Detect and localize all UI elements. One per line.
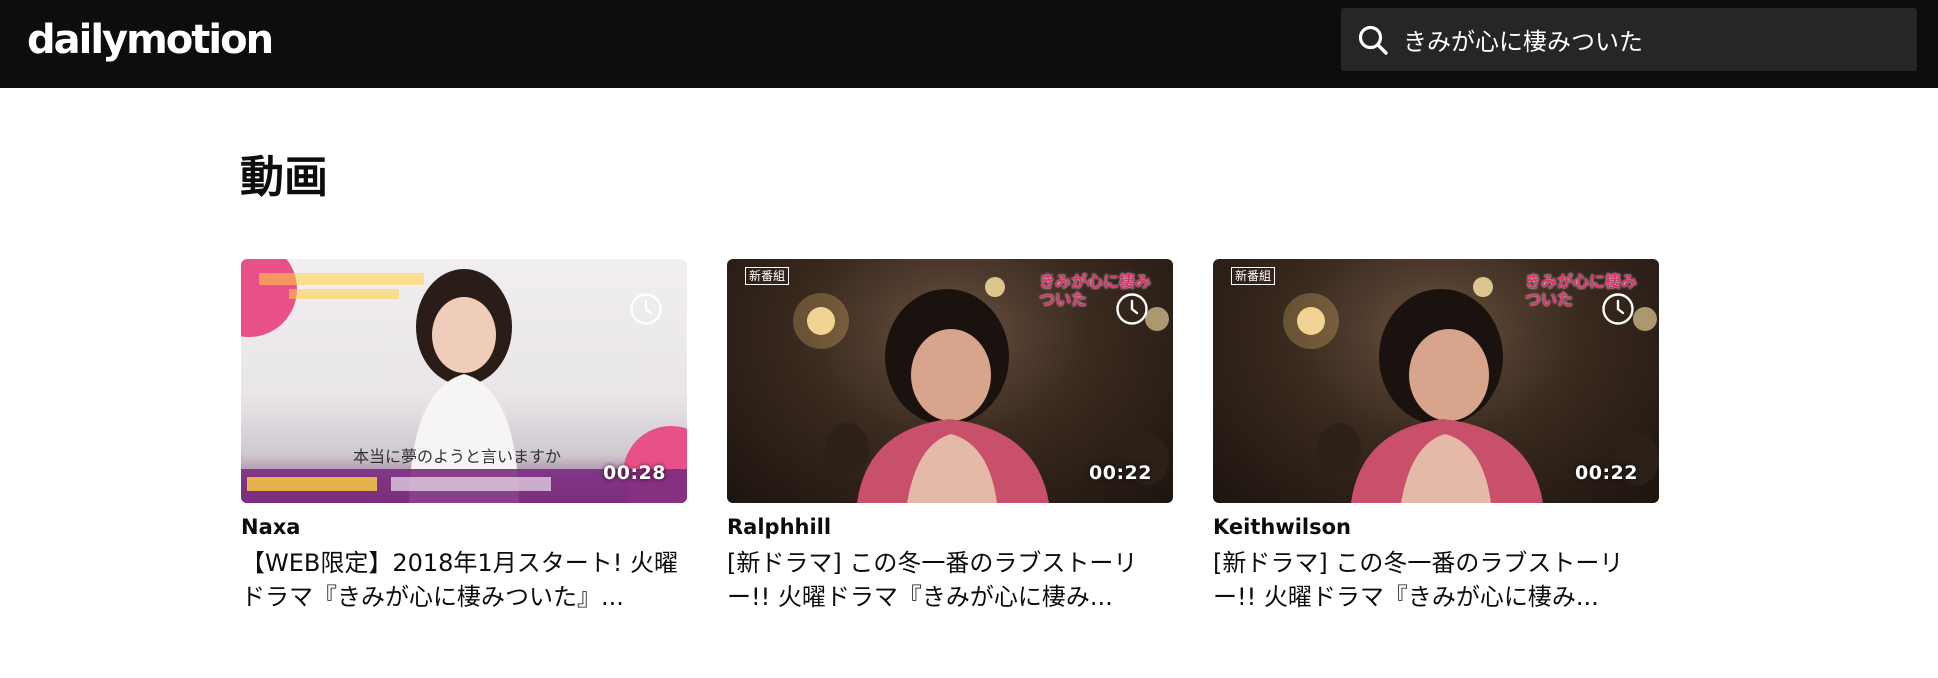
clock-icon[interactable] [1115,292,1149,326]
thumbnail-caption: 本当に夢のようと言いますか [353,447,562,466]
top-bar: dailymotion [0,0,1938,88]
video-duration: 00:22 [1575,462,1638,484]
new-program-badge: 新番組 [1231,267,1276,285]
video-title[interactable]: [新ドラマ] この冬一番のラブストーリー!! 火曜ドラマ『きみが心に棲み... [1213,546,1659,614]
video-duration: 00:28 [603,462,666,484]
channel-name[interactable]: Naxa [241,514,687,540]
video-card[interactable]: 本当に夢のようと言いますか 00:28 Naxa 【WEB限定】2018年1月ス… [241,259,687,614]
video-thumbnail[interactable]: 新番組 きみが心に棲みついた 00:22 [727,259,1173,503]
video-list: 本当に夢のようと言いますか 00:28 Naxa 【WEB限定】2018年1月ス… [241,259,1661,619]
channel-name[interactable]: Keithwilson [1213,514,1659,540]
video-title[interactable]: 【WEB限定】2018年1月スタート! 火曜ドラマ『きみが心に棲みついた』... [241,546,687,614]
section-title: 動画 [240,152,328,203]
clock-icon[interactable] [1601,292,1635,326]
search-input[interactable] [1391,8,1917,71]
search-icon[interactable] [1355,22,1391,58]
video-title[interactable]: [新ドラマ] この冬一番のラブストーリー!! 火曜ドラマ『きみが心に棲み... [727,546,1173,614]
video-thumbnail[interactable]: 新番組 きみが心に棲みついた 00:22 [1213,259,1659,503]
channel-name[interactable]: Ralphhill [727,514,1173,540]
video-thumbnail[interactable]: 本当に夢のようと言いますか 00:28 [241,259,687,503]
video-card[interactable]: 新番組 きみが心に棲みついた 00:22 Ralphhill [新ドラマ] この… [727,259,1173,614]
dailymotion-logo[interactable]: dailymotion [27,18,274,62]
search-box[interactable] [1341,8,1917,71]
new-program-badge: 新番組 [745,267,790,285]
video-duration: 00:22 [1089,462,1152,484]
clock-icon[interactable] [629,292,663,326]
video-card[interactable]: 新番組 きみが心に棲みついた 00:22 Keithwilson [新ドラマ] … [1213,259,1659,614]
